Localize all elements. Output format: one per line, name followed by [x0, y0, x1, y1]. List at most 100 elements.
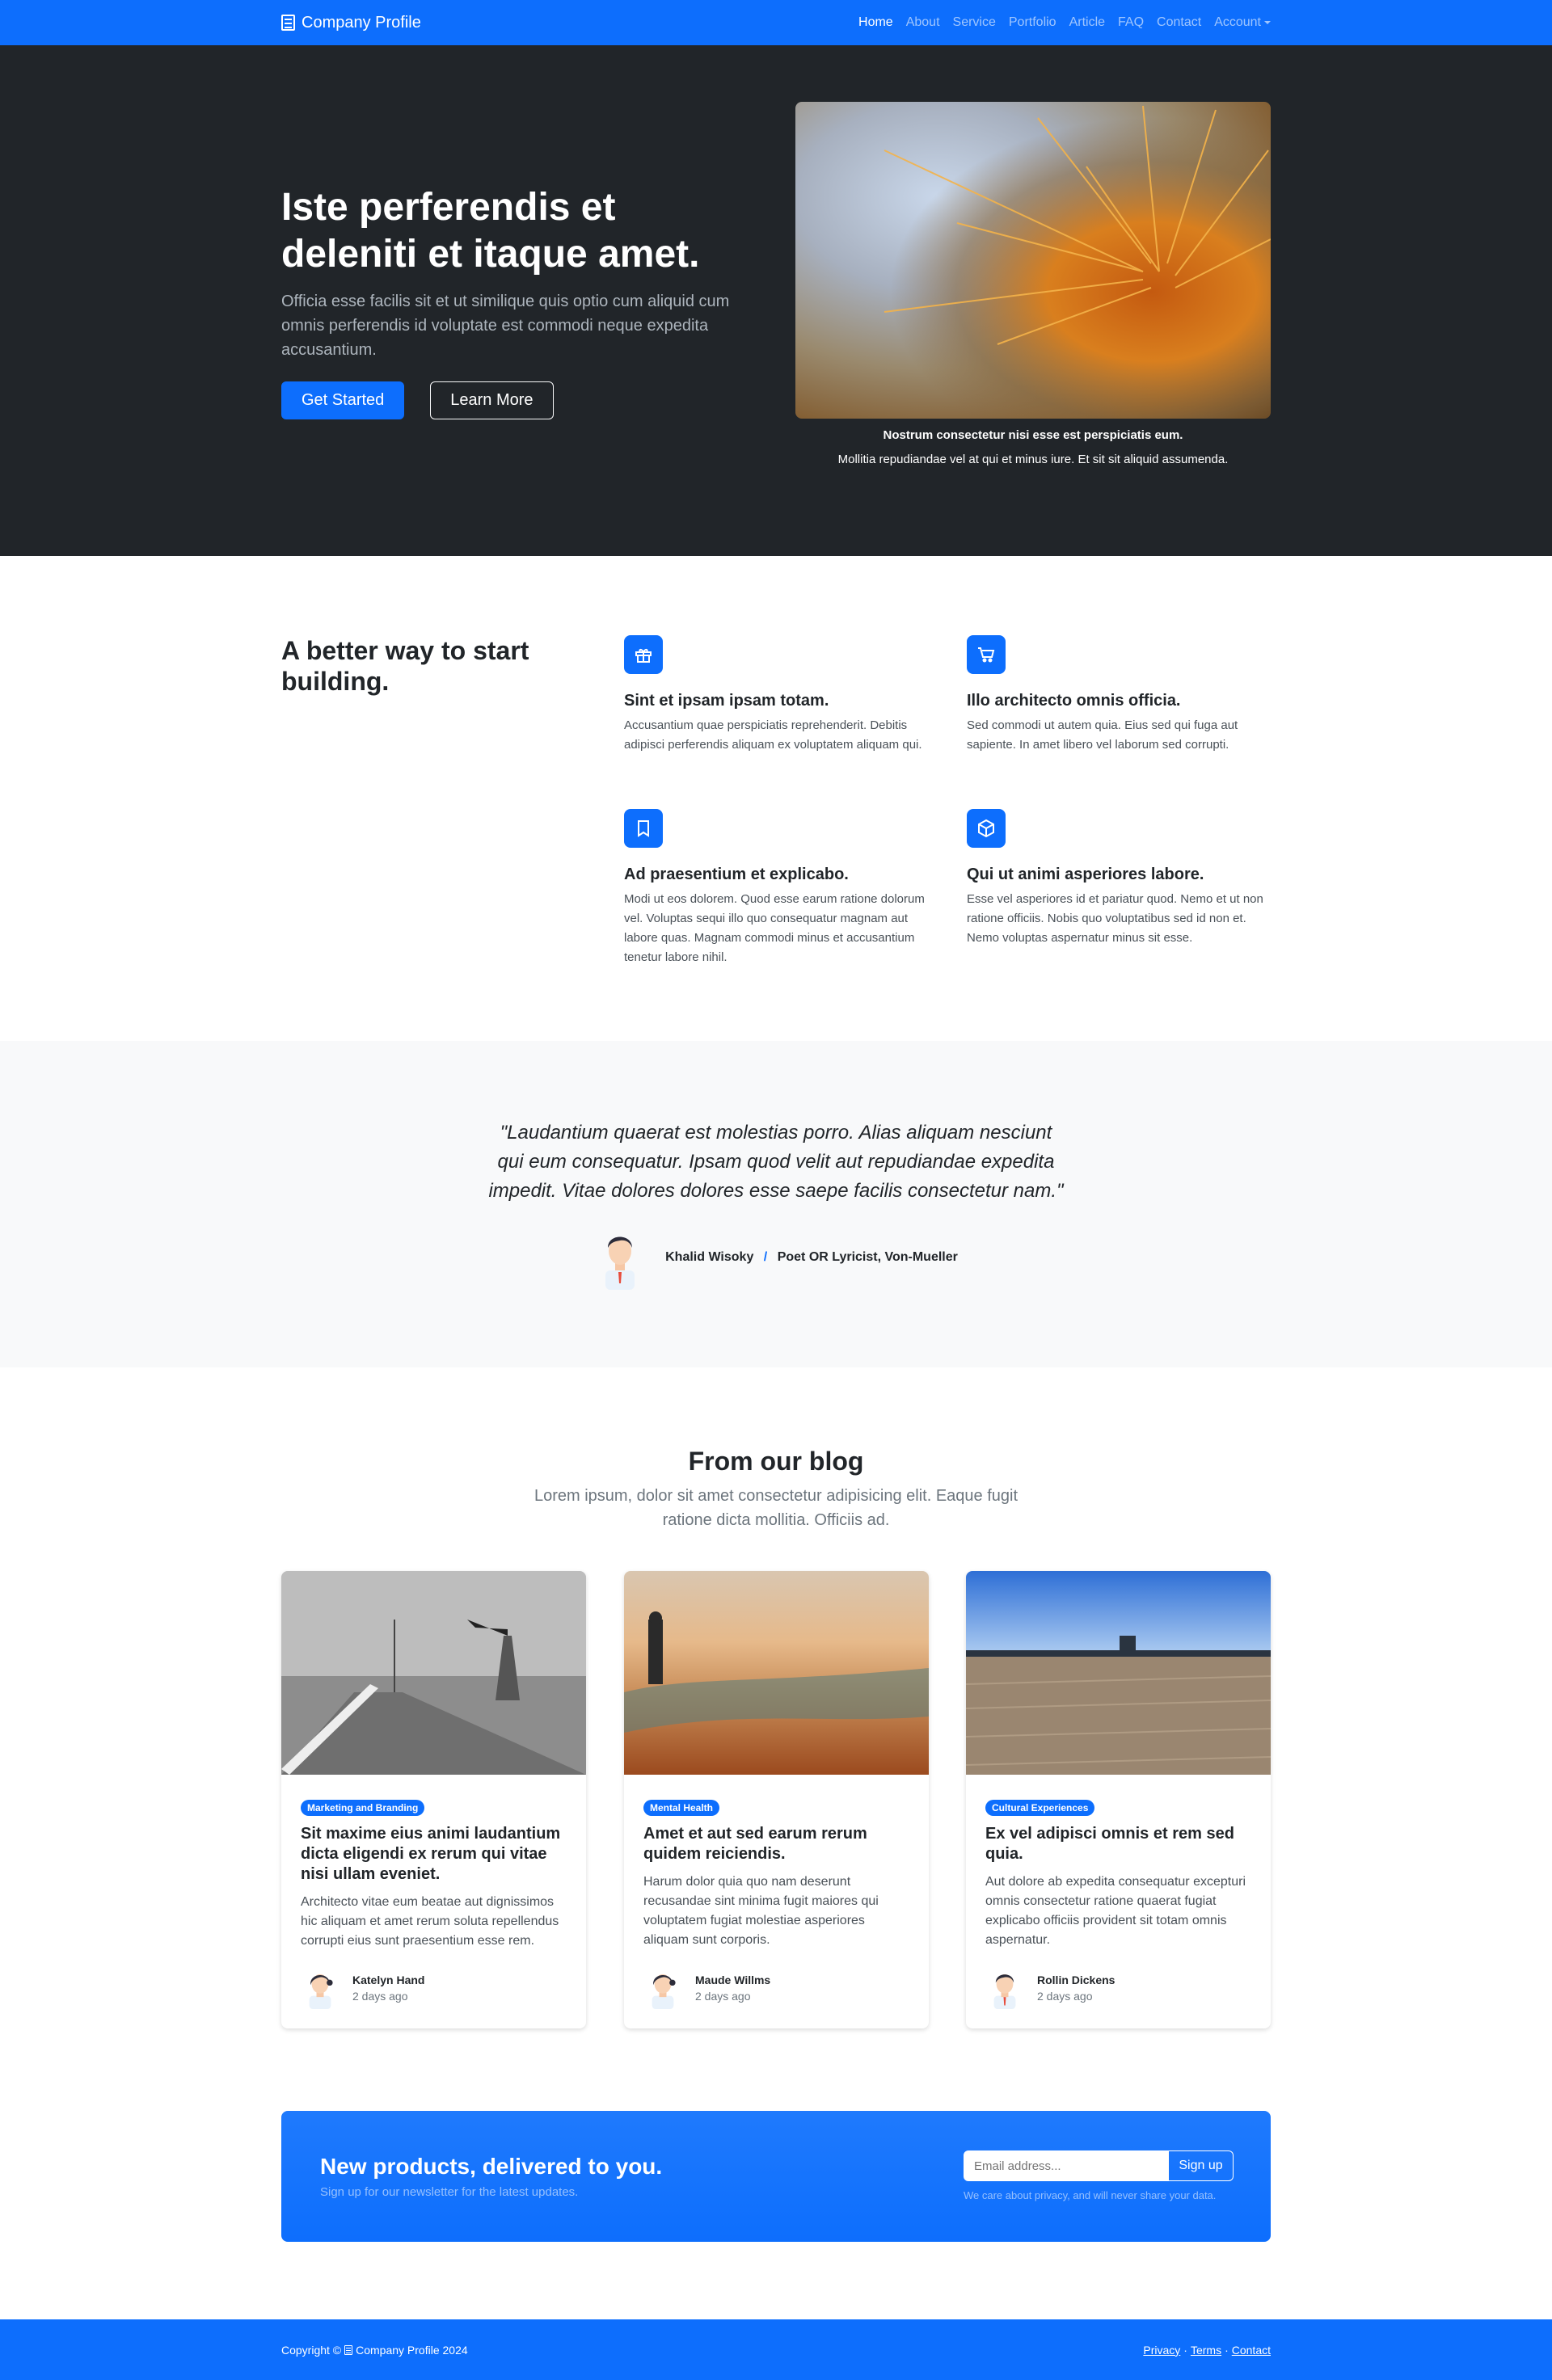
- brand-link[interactable]: Company Profile: [281, 14, 421, 32]
- author-role: Poet OR Lyricist, Von-Mueller: [777, 1250, 958, 1264]
- author-name: Maude Willms: [695, 1974, 771, 1986]
- blog-card[interactable]: Marketing and Branding Sit maxime eius a…: [281, 1571, 586, 2028]
- feature-title: Qui ut animi asperiores labore.: [967, 866, 1204, 883]
- feature-item: Illo architecto omnis officia. Sed commo…: [967, 635, 1276, 755]
- carousel-indicator[interactable]: [1043, 557, 1052, 559]
- hero-section: Iste perferendis et deleniti et itaque a…: [0, 45, 1552, 559]
- feature-item: Qui ut animi asperiores labore. Esse vel…: [967, 809, 1276, 948]
- feature-item: Ad praesentium et explicabo. Modi ut eos…: [624, 809, 933, 967]
- quote-line: impedit. Vitae dolores dolores esse saep…: [488, 1180, 1064, 1202]
- avatar: [993, 1974, 1016, 2009]
- sign-up-button[interactable]: Sign up: [1169, 2150, 1234, 2181]
- navbar: Company Profile Home About Service Portf…: [0, 0, 1552, 45]
- footer-separator: ·: [1183, 2343, 1187, 2357]
- card-title[interactable]: Amet et aut sed earum rerum quidem reici…: [643, 1824, 909, 1864]
- carousel-indicators: [795, 557, 1271, 559]
- brand-name: Company Profile: [302, 13, 421, 32]
- footer-link-privacy[interactable]: Privacy: [1143, 2344, 1180, 2357]
- card-image-dock: [966, 1571, 1271, 1775]
- category-badge[interactable]: Cultural Experiences: [985, 1800, 1095, 1816]
- newsletter-form: Sign up: [964, 2150, 1234, 2181]
- card-title[interactable]: Ex vel adipisci omnis et rem sed quia.: [985, 1824, 1251, 1864]
- quote-line: "Laudantium quaerat est molestias porro.…: [500, 1122, 1052, 1144]
- carousel-indicator[interactable]: [1057, 557, 1067, 559]
- feature-text: Accusantium quae perspiciatis reprehende…: [624, 718, 922, 752]
- gift-icon: [624, 635, 663, 674]
- bookmark-icon: [624, 809, 663, 848]
- cactus-photo: [795, 102, 1271, 419]
- carousel-caption-text: Mollitia repudiandae vel at qui et minus…: [837, 453, 1229, 466]
- nav-portfolio[interactable]: Portfolio: [1009, 15, 1056, 29]
- nav-home[interactable]: Home: [858, 15, 893, 29]
- hero-title-line-1: Iste perferendis et: [281, 186, 616, 229]
- carousel-indicator[interactable]: [1014, 557, 1023, 559]
- card-image-pier: [281, 1571, 586, 1775]
- email-input[interactable]: [964, 2150, 1169, 2181]
- post-date: 2 days ago: [695, 1990, 751, 2003]
- nav-service[interactable]: Service: [953, 15, 996, 29]
- carousel-indicator-active[interactable]: [1028, 557, 1038, 559]
- nav-about[interactable]: About: [906, 15, 940, 29]
- card-author: Maude Willms 2 days ago: [643, 1967, 770, 2009]
- hero-text: Iste perferendis et deleniti et itaque a…: [281, 184, 746, 419]
- blog-title: From our blog: [688, 1447, 864, 1476]
- card-author: Katelyn Hand 2 days ago: [301, 1967, 424, 2009]
- nav-faq[interactable]: FAQ: [1118, 15, 1144, 29]
- footer-separator: ·: [1225, 2343, 1229, 2357]
- feature-text: Sed commodi ut autem quia. Eius sed qui …: [967, 718, 1238, 752]
- category-badge[interactable]: Mental Health: [643, 1800, 720, 1816]
- get-started-button[interactable]: Get Started: [281, 381, 405, 419]
- category-badge[interactable]: Marketing and Branding: [301, 1800, 425, 1816]
- blog-section: From our blog Lorem ipsum, dolor sit ame…: [0, 1367, 1552, 2111]
- blog-lead: Lorem ipsum, dolor sit amet consectetur …: [534, 1487, 1018, 1529]
- carousel-indicator[interactable]: [999, 557, 1009, 559]
- carousel-image-cactus: [795, 102, 1271, 419]
- nav-account-label: Account: [1214, 15, 1261, 29]
- building-icon: [344, 2344, 353, 2355]
- hero-carousel[interactable]: Nostrum consectetur nisi esse est perspi…: [795, 102, 1271, 559]
- card-text: Architecto vitae eum beatae aut dignissi…: [301, 1895, 559, 1948]
- caret-down-icon: [1264, 20, 1271, 24]
- author-meta: Khalid Wisoky / Poet OR Lyricist, Von-Mu…: [665, 1250, 958, 1265]
- testimonial-author: Khalid Wisoky / Poet OR Lyricist, Von-Mu…: [281, 1225, 1271, 1290]
- footer-link-contact[interactable]: Contact: [1232, 2344, 1271, 2357]
- quote-line: qui eum consequatur. Ipsam quod velit au…: [497, 1151, 1055, 1173]
- nav-article[interactable]: Article: [1069, 15, 1105, 29]
- card-author: Rollin Dickens 2 days ago: [985, 1967, 1115, 2009]
- newsletter-title: New products, delivered to you.: [320, 2154, 663, 2179]
- features-title: A better way to start building.: [281, 636, 529, 696]
- feature-item: Sint et ipsam ipsam totam. Accusantium q…: [624, 635, 933, 755]
- feature-title: Sint et ipsam ipsam totam.: [624, 692, 829, 710]
- footer-link-terms[interactable]: Terms: [1191, 2344, 1221, 2357]
- blog-card[interactable]: Mental Health Amet et aut sed earum reru…: [624, 1571, 929, 2028]
- nav-account-dropdown[interactable]: Account: [1214, 15, 1271, 29]
- feature-text: Esse vel asperiores id et pariatur quod.…: [967, 892, 1263, 945]
- building-icon: [281, 15, 295, 31]
- carousel-caption-title: Nostrum consectetur nisi esse est perspi…: [883, 428, 1183, 442]
- testimonial-section: "Laudantium quaerat est molestias porro.…: [0, 1041, 1552, 1367]
- author-separator: /: [763, 1250, 768, 1264]
- card-text: Harum dolor quia quo nam deserunt recusa…: [643, 1875, 879, 1947]
- footer-copyright: Copyright © Company Profile 2024: [281, 2344, 468, 2357]
- nav-contact[interactable]: Contact: [1157, 15, 1201, 29]
- hero-lead: Officia esse facilis sit et ut similique…: [281, 293, 730, 359]
- author-name: Khalid Wisoky: [665, 1250, 754, 1264]
- card-text: Aut dolore ab expedita consequatur excep…: [985, 1875, 1246, 1947]
- post-date: 2 days ago: [352, 1990, 408, 2003]
- learn-more-button[interactable]: Learn More: [430, 381, 554, 419]
- feature-title: Illo architecto omnis officia.: [967, 692, 1181, 710]
- newsletter-subtitle: Sign up for our newsletter for the lates…: [320, 2185, 579, 2199]
- author-name: Katelyn Hand: [352, 1974, 425, 1986]
- blog-card[interactable]: Cultural Experiences Ex vel adipisci omn…: [966, 1571, 1271, 2028]
- card-title[interactable]: Sit maxime eius animi laudantium dicta e…: [301, 1824, 567, 1885]
- hero-title-line-2: deleniti et itaque amet.: [281, 233, 700, 276]
- card-image-sea: [624, 1571, 929, 1775]
- newsletter-box: New products, delivered to you. Sign up …: [281, 2111, 1271, 2242]
- feature-title: Ad praesentium et explicabo.: [624, 866, 849, 883]
- copyright-brand: Company Profile 2024: [356, 2343, 468, 2357]
- cart-icon: [967, 635, 1006, 674]
- post-date: 2 days ago: [1037, 1990, 1093, 2003]
- avatar: [605, 1236, 635, 1290]
- hero-title: Iste perferendis et deleniti et itaque a…: [281, 184, 746, 278]
- box-icon: [967, 809, 1006, 848]
